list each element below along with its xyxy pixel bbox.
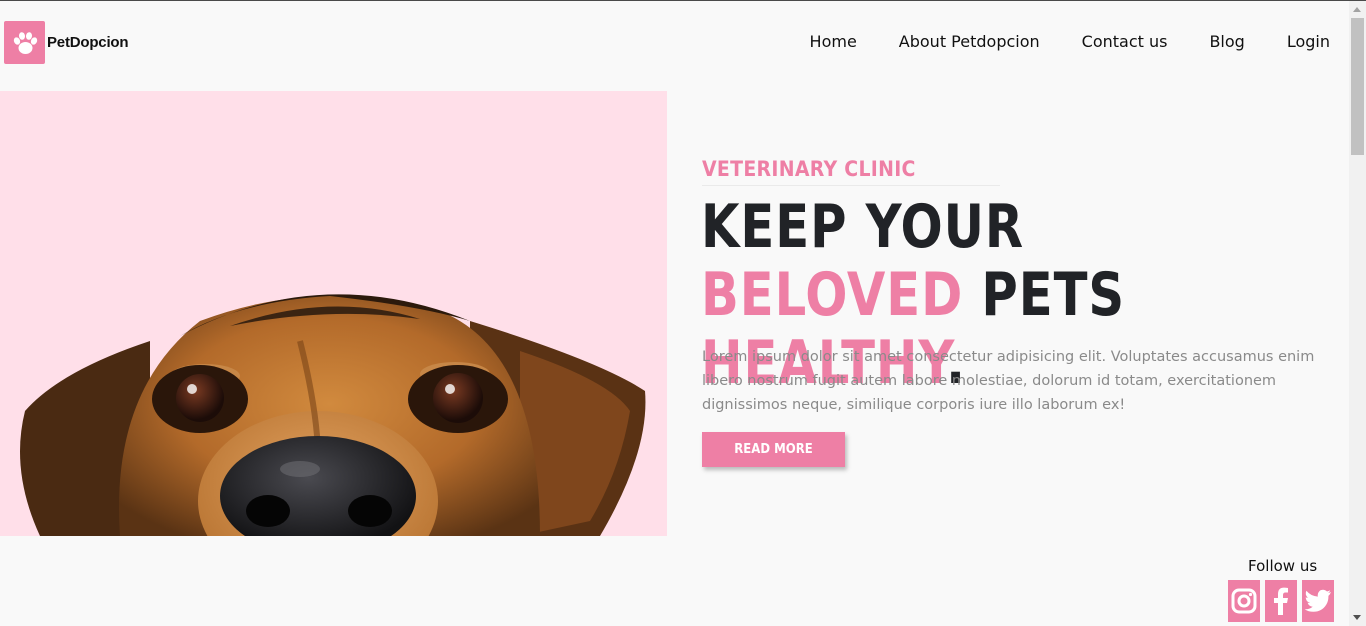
page-scrollbar[interactable]	[1349, 1, 1366, 626]
nav-about[interactable]: About Petdopcion	[899, 31, 1040, 53]
main-nav: Home About Petdopcion Contact us Blog Lo…	[768, 31, 1330, 53]
headline-part-2: PETS	[963, 260, 1126, 330]
nav-login[interactable]: Login	[1287, 31, 1330, 53]
read-more-button[interactable]: Read more	[702, 432, 845, 467]
paw-icon	[4, 21, 45, 64]
nav-blog[interactable]: Blog	[1209, 31, 1244, 53]
scroll-up-arrow-icon[interactable]	[1353, 7, 1361, 12]
twitter-icon[interactable]	[1302, 580, 1334, 622]
brand-name: PetDopcion	[47, 34, 129, 51]
follow-us-label: Follow us	[1248, 557, 1318, 575]
hero-description: Lorem ipsum dolor sit amet consectetur a…	[702, 349, 1315, 413]
social-links	[1228, 580, 1339, 622]
logo[interactable]: PetDopcion	[4, 21, 129, 64]
nav-contact[interactable]: Contact us	[1082, 31, 1168, 53]
instagram-icon[interactable]	[1228, 580, 1260, 622]
headline-part-1: KEEP YOUR	[701, 192, 1025, 262]
hero-eyebrow: Veterinary Clinic	[702, 157, 1000, 186]
facebook-icon[interactable]	[1265, 580, 1297, 622]
nav-home[interactable]: Home	[810, 31, 857, 53]
headline-highlight: BELOVED	[701, 260, 964, 330]
dog-peeking-photo	[0, 91, 667, 536]
window-top-border	[0, 0, 1366, 1]
scrollbar-thumb[interactable]	[1351, 18, 1364, 155]
scroll-down-arrow-icon[interactable]	[1353, 615, 1361, 620]
